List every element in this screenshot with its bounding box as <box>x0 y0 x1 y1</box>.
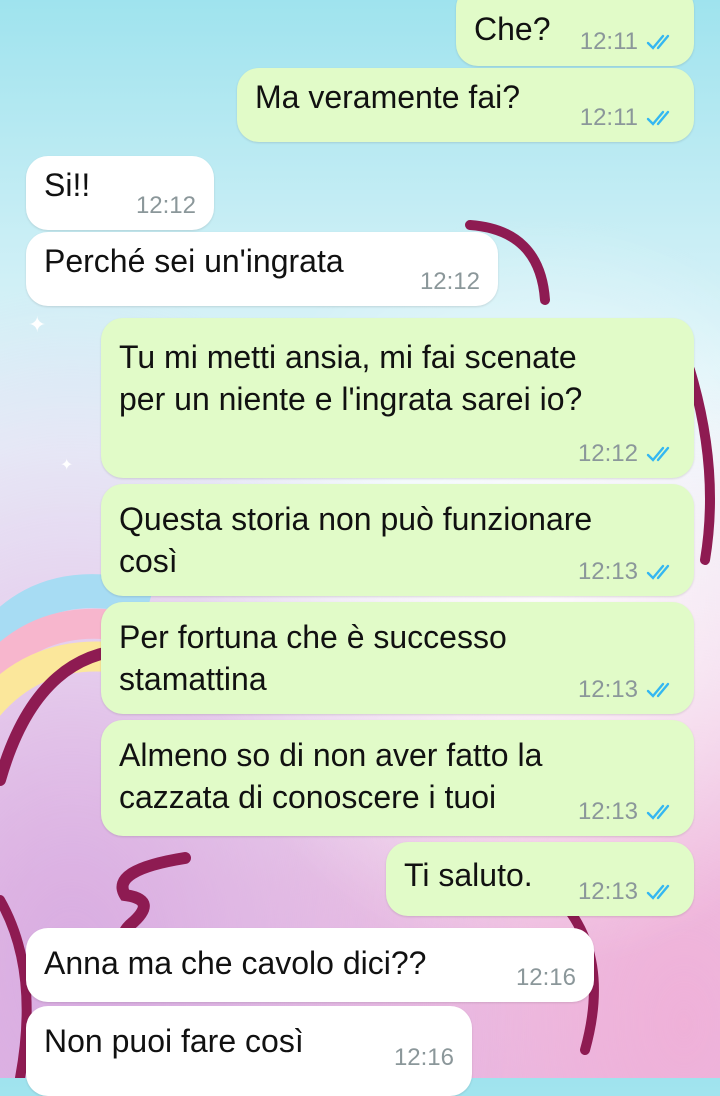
message-meta: 12:13 <box>578 676 676 704</box>
message-meta: 12:16 <box>516 964 576 992</box>
message-bubble-outgoing[interactable]: Per fortuna che è successo stamattina 12… <box>101 602 694 714</box>
double-check-icon <box>646 564 670 580</box>
message-meta: 12:12 <box>578 440 676 468</box>
double-check-icon <box>646 804 670 820</box>
message-time: 12:11 <box>579 104 638 131</box>
message-time: 12:12 <box>419 268 480 295</box>
message-text: Non puoi fare così <box>44 1023 304 1059</box>
message-time: 12:12 <box>135 192 196 219</box>
message-meta: 12:11 <box>580 104 676 132</box>
message-meta: 12:13 <box>578 558 676 586</box>
message-time: 12:11 <box>579 28 638 55</box>
message-meta: 12:12 <box>136 192 196 220</box>
double-check-icon <box>646 884 670 900</box>
svg-text:✦: ✦ <box>28 313 46 338</box>
svg-text:✦: ✦ <box>60 455 73 474</box>
message-text: Anna ma che cavolo dici?? <box>44 945 427 981</box>
message-time: 12:16 <box>393 1044 454 1071</box>
message-meta: 12:16 <box>394 1044 454 1072</box>
message-bubble-outgoing[interactable]: Questa storia non può funzionare così 12… <box>101 484 694 596</box>
message-time: 12:13 <box>577 676 638 703</box>
double-check-icon <box>646 446 670 462</box>
message-bubble-incoming[interactable]: Si!! 12:12 <box>26 156 214 230</box>
message-time: 12:12 <box>577 440 638 467</box>
message-time: 12:13 <box>577 798 638 825</box>
message-time: 12:13 <box>577 878 638 905</box>
message-time: 12:16 <box>515 964 576 991</box>
message-bubble-outgoing[interactable]: Tu mi metti ansia, mi fai scenate per un… <box>101 318 694 478</box>
message-text: Tu mi metti ansia, mi fai scenate per un… <box>119 339 583 417</box>
message-bubble-outgoing[interactable]: Che? 12:11 <box>456 0 694 66</box>
message-time: 12:13 <box>577 558 638 585</box>
message-bubble-incoming[interactable]: Perché sei un'ingrata 12:12 <box>26 232 498 306</box>
message-bubble-outgoing[interactable]: Almeno so di non aver fatto la cazzata d… <box>101 720 694 836</box>
message-bubble-outgoing[interactable]: Ma veramente fai? 12:11 <box>237 68 694 142</box>
message-text: Perché sei un'ingrata <box>44 243 344 279</box>
double-check-icon <box>646 110 670 126</box>
double-check-icon <box>646 682 670 698</box>
message-meta: 12:11 <box>580 28 676 56</box>
message-bubble-outgoing[interactable]: Ti saluto. 12:13 <box>386 842 694 916</box>
message-bubble-incoming[interactable]: Non puoi fare così 12:16 <box>26 1006 472 1096</box>
message-meta: 12:13 <box>578 798 676 826</box>
message-meta: 12:13 <box>578 878 676 906</box>
message-meta: 12:12 <box>420 268 480 296</box>
message-bubble-incoming[interactable]: Anna ma che cavolo dici?? 12:16 <box>26 928 594 1002</box>
double-check-icon <box>646 34 670 50</box>
